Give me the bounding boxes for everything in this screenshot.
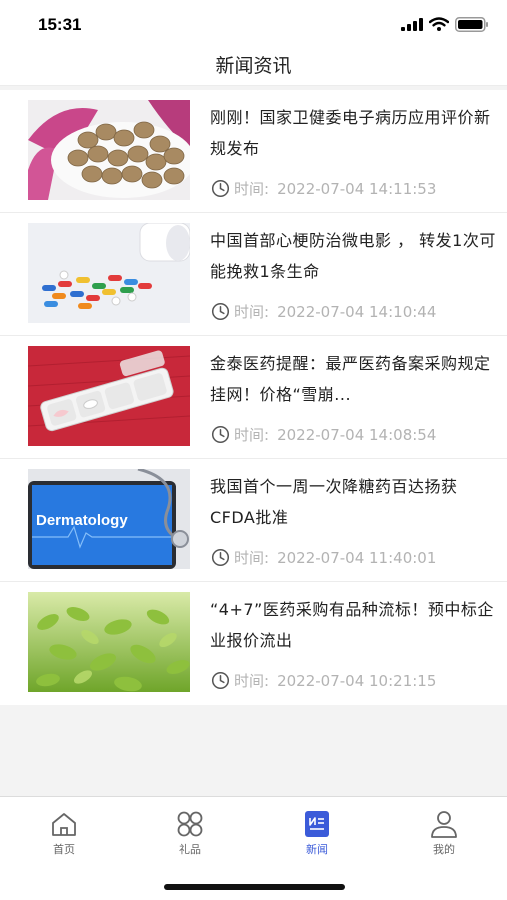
tab-profile[interactable]: 我的 [404, 809, 484, 857]
time-label: 时间: [234, 303, 270, 321]
home-icon [52, 813, 76, 836]
news-time: 2022-07-04 10:21:15 [277, 671, 437, 690]
wifi-icon [429, 17, 449, 31]
status-icons [401, 16, 489, 32]
time-label: 时间: [234, 426, 270, 444]
tab-gifts-label: 礼品 [179, 843, 201, 856]
news-thumbnail [28, 100, 190, 200]
home-indicator[interactable] [164, 884, 345, 890]
signal-icon [401, 17, 423, 31]
tab-home-label: 首页 [53, 843, 75, 856]
news-meta: 时间: 2022-07-04 14:10:44 [211, 301, 436, 322]
news-time: 2022-07-04 11:40:01 [277, 548, 437, 567]
news-title: “4+7”医药采购有品种流标！预中标企业报价流出 [210, 600, 494, 650]
nav-bar: 新闻资讯 [0, 44, 507, 86]
status-time: 15:31 [38, 15, 82, 34]
news-item[interactable]: “4+7”医药采购有品种流标！预中标企业报价流出 时间: 2022-07-04 … [0, 582, 507, 705]
news-icon [305, 811, 329, 837]
clock-icon [211, 302, 230, 321]
tab-news[interactable]: 新闻 [277, 809, 357, 857]
gift-grid-icon [177, 811, 203, 837]
news-meta: 时间: 2022-07-04 10:21:15 [211, 670, 436, 691]
news-thumbnail [28, 592, 190, 692]
news-title: 刚刚！国家卫健委电子病历应用评价新规发布 [210, 108, 491, 158]
news-thumbnail: Dermatology [28, 469, 190, 569]
clock-icon [211, 179, 230, 198]
news-meta: 时间: 2022-07-04 14:08:54 [211, 424, 436, 445]
tab-profile-label: 我的 [433, 843, 455, 856]
time-label: 时间: [234, 672, 270, 690]
tab-news-label: 新闻 [306, 843, 328, 856]
tab-gifts[interactable]: 礼品 [150, 809, 230, 857]
news-title: 中国首部心梗防治微电影 ， 转发1次可能挽救1条生命 [210, 231, 496, 281]
news-item[interactable]: Dermatology 我国首个一周一次降糖药百达扬获CFDA批准 时间: 20… [0, 459, 507, 582]
news-thumbnail [28, 223, 190, 323]
news-meta: 时间: 2022-07-04 14:11:53 [211, 178, 436, 199]
news-title: 金泰医药提醒：最严医药备案采购规定挂网！价格“雪崩... [210, 354, 491, 404]
clock-icon [211, 671, 230, 690]
news-title: 我国首个一周一次降糖药百达扬获CFDA批准 [210, 477, 458, 527]
time-label: 时间: [234, 180, 270, 198]
tab-home[interactable]: 首页 [24, 809, 104, 857]
news-item[interactable]: 金泰医药提醒：最严医药备案采购规定挂网！价格“雪崩... 时间: 2022-07… [0, 336, 507, 459]
clock-icon [211, 548, 230, 567]
news-time: 2022-07-04 14:11:53 [277, 179, 437, 198]
news-time: 2022-07-04 14:08:54 [277, 425, 437, 444]
news-item[interactable]: 中国首部心梗防治微电影 ， 转发1次可能挽救1条生命 时间: 2022-07-0… [0, 213, 507, 336]
battery-icon [455, 16, 488, 32]
clock-icon [211, 425, 230, 444]
news-meta: 时间: 2022-07-04 11:40:01 [211, 547, 436, 568]
thumbnail-text: Dermatology [36, 512, 128, 529]
status-bar: 15:31 [0, 0, 507, 44]
page-title: 新闻资讯 [215, 55, 292, 77]
news-item[interactable]: 刚刚！国家卫健委电子病历应用评价新规发布 时间: 2022-07-04 14:1… [0, 90, 507, 213]
time-label: 时间: [234, 549, 270, 567]
news-list: 刚刚！国家卫健委电子病历应用评价新规发布 时间: 2022-07-04 14:1… [0, 90, 507, 705]
news-thumbnail [28, 346, 190, 446]
news-time: 2022-07-04 14:10:44 [277, 302, 437, 321]
profile-icon [431, 811, 457, 838]
